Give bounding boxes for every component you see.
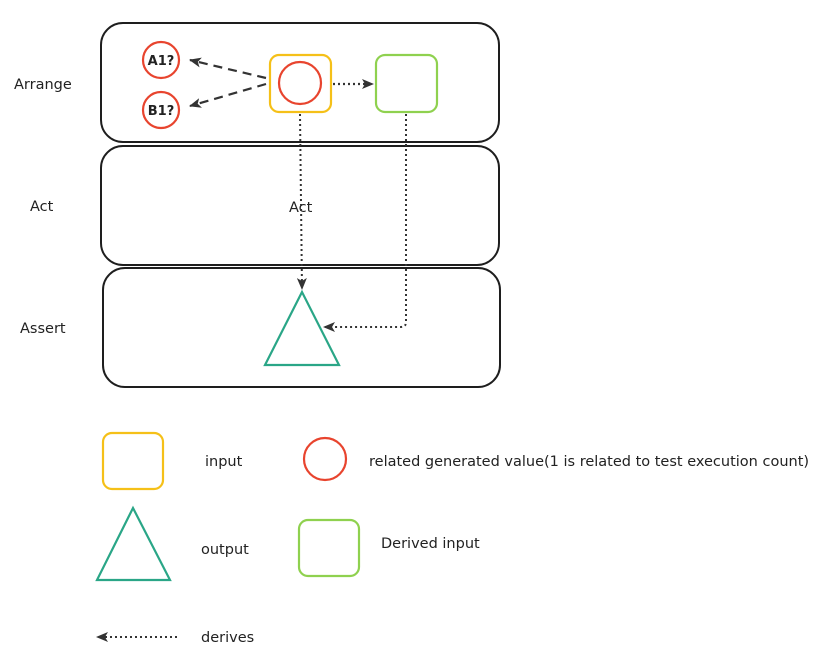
phase-label-assert: Assert bbox=[20, 321, 66, 337]
legend-generated-swatch bbox=[302, 436, 348, 482]
generated-value-a1-label: A1? bbox=[148, 54, 175, 69]
legend: input related generated value(1 is relat… bbox=[95, 431, 809, 646]
arrange-generated-value bbox=[277, 60, 323, 106]
act-inner-label: Act bbox=[289, 200, 313, 216]
legend-output-label: output bbox=[201, 542, 249, 558]
phase-label-act: Act bbox=[30, 199, 54, 215]
phase-label-arrange: Arrange bbox=[14, 77, 72, 93]
arrange-derived-input-box bbox=[374, 53, 439, 114]
legend-derived-swatch bbox=[297, 518, 361, 578]
legend-derives-label: derives bbox=[201, 630, 254, 646]
legend-output-swatch bbox=[95, 505, 172, 582]
legend-generated-label: related generated value(1 is related to … bbox=[369, 454, 809, 470]
legend-input-label: input bbox=[205, 454, 243, 470]
generated-value-b1-label: B1? bbox=[148, 104, 175, 119]
legend-derived-label: Derived input bbox=[381, 536, 480, 552]
aaa-diagram: Arrange Act Assert Act A1? B1? input rel… bbox=[14, 22, 809, 646]
legend-input-swatch bbox=[101, 431, 165, 491]
